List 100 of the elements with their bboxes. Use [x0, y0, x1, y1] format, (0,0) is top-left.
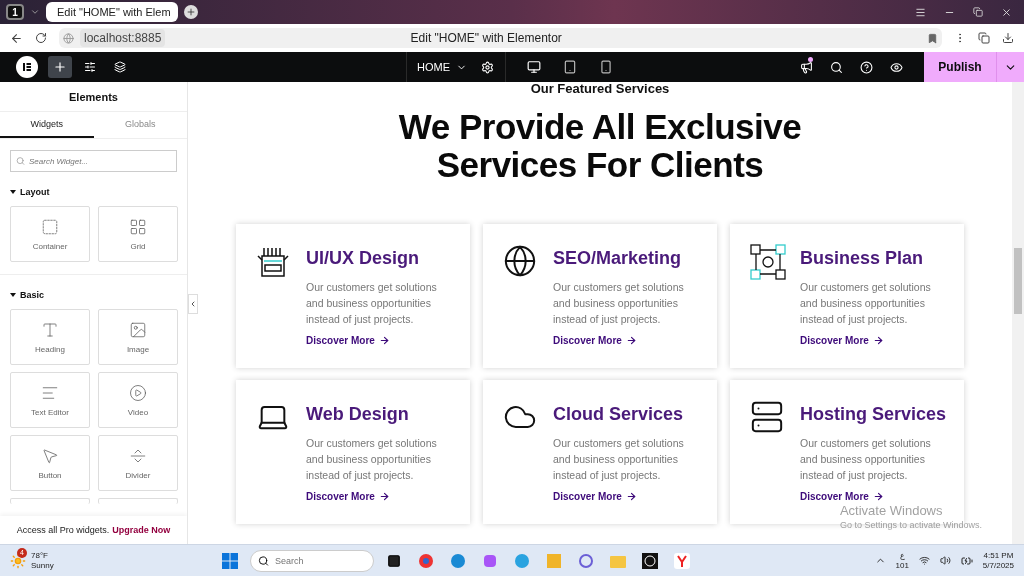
logo-icon[interactable]	[16, 56, 38, 78]
discover-more-link[interactable]: Discover More	[306, 335, 456, 346]
tabs-icon[interactable]	[978, 32, 990, 44]
settings-icon	[480, 60, 494, 74]
tab-count[interactable]: 1	[6, 4, 24, 20]
arrow-right-icon	[872, 335, 884, 346]
arrow-right-icon	[872, 491, 884, 502]
search-field[interactable]: Search Widget...	[10, 150, 177, 172]
arrow-right-icon	[378, 335, 390, 346]
address-bar[interactable]: localhost:8885 Edit "HOME" with Elementor	[59, 28, 942, 48]
menu-icon[interactable]	[915, 6, 926, 18]
widget-tile[interactable]: Video	[98, 372, 178, 428]
service-description: Our customers get solutions and business opportunities instead of just projects.	[306, 436, 438, 483]
widget-label: Button	[38, 470, 62, 480]
activation-title: Activate Windows	[839, 503, 944, 518]
browser-tab[interactable]: Edit "HOME" with Elem	[46, 2, 178, 22]
language-indicator[interactable]: ع	[899, 550, 905, 561]
clock-date[interactable]: 5/7/2025	[982, 560, 1014, 571]
back-icon[interactable]	[10, 31, 23, 45]
page-menu[interactable]: HOME	[406, 52, 475, 82]
discover-more-link[interactable]: Discover More	[306, 491, 456, 502]
chevron-down-icon[interactable]	[30, 7, 40, 17]
activation-text: Go to Settings to activate Windows.	[839, 520, 982, 530]
widget-tile[interactable]: Container	[10, 206, 90, 262]
bookmark-icon[interactable]	[927, 32, 938, 44]
section-heading: We Provide All Exclusive Services For Clients	[397, 108, 803, 184]
help-icon	[859, 60, 873, 74]
service-description: Our customers get solutions and business opportunities instead of just projects.	[553, 436, 685, 483]
heading-icon	[41, 320, 59, 339]
mobile-icon	[599, 60, 613, 74]
grid-icon	[129, 217, 147, 236]
temperature: 78°F	[31, 550, 49, 561]
battery-icon[interactable]	[960, 554, 973, 567]
image-icon	[129, 320, 147, 339]
start-icon[interactable]	[222, 552, 238, 569]
wifi-icon[interactable]	[918, 555, 930, 566]
widget-tile[interactable]: Heading	[10, 309, 90, 365]
widget-tile[interactable]	[10, 498, 90, 504]
promo-text: Access all Pro widgets.	[16, 525, 110, 535]
panel-title: Elements	[68, 89, 119, 105]
section-toggle[interactable]: Layout	[10, 187, 50, 197]
service-title: Business Plan	[800, 248, 925, 269]
widget-tile[interactable]	[98, 498, 178, 504]
clock-time[interactable]: 4:51 PM	[983, 550, 1014, 561]
weather-condition: Sunny	[31, 560, 54, 571]
widget-tile[interactable]: Button	[10, 435, 90, 491]
panel-tab[interactable]: Globals	[93, 112, 187, 138]
chevron-left-icon	[189, 300, 197, 308]
service-title: UI/UX Design	[306, 248, 421, 269]
megaphone-icon	[799, 60, 813, 74]
widget-label: Image	[126, 344, 150, 354]
service-description: Our customers get solutions and business opportunities instead of just projects.	[800, 436, 932, 483]
publish-button[interactable]: Publish	[924, 52, 996, 82]
restore-icon[interactable]	[973, 6, 983, 17]
widget-tile[interactable]: Divider	[98, 435, 178, 491]
new-tab-button[interactable]	[184, 5, 198, 19]
panel-tab[interactable]: Widgets	[0, 112, 94, 138]
upgrade-link[interactable]: Upgrade Now	[112, 525, 171, 535]
keyboard-layout[interactable]: 101	[895, 560, 909, 571]
task-view-icon[interactable]	[387, 553, 401, 568]
service-title: Hosting Services	[800, 404, 948, 425]
desktop-icon	[527, 60, 541, 74]
url-text: localhost:8885	[80, 29, 166, 47]
service-description: Our customers get solutions and business opportunities instead of just projects.	[800, 280, 932, 327]
sliders-icon	[84, 61, 96, 73]
add-button[interactable]	[48, 56, 72, 78]
widget-label: Container	[32, 241, 68, 251]
service-title: Web Design	[306, 404, 410, 425]
discover-more-link[interactable]: Discover More	[553, 335, 703, 346]
widget-tile[interactable]: Grid	[98, 206, 178, 262]
service-title: Cloud Services	[553, 404, 685, 425]
widget-tile[interactable]: Image	[98, 309, 178, 365]
search-icon	[16, 156, 25, 166]
service-title: SEO/Marketing	[553, 248, 683, 269]
discover-more-link[interactable]: Discover More	[800, 491, 950, 502]
section-toggle[interactable]: Basic	[10, 290, 45, 300]
arrow-right-icon	[625, 491, 637, 502]
container-icon	[41, 217, 59, 236]
plus-icon	[53, 60, 67, 74]
scrollbar-thumb[interactable]	[1014, 248, 1022, 314]
volume-icon[interactable]	[939, 555, 951, 566]
widget-label: Video	[127, 407, 149, 417]
search-field[interactable]: Search	[250, 549, 374, 572]
widget-label: Heading	[35, 344, 65, 354]
globe-icon	[503, 244, 537, 278]
widget-tile[interactable]: Text Editor	[10, 372, 90, 428]
tablet-icon	[563, 60, 577, 74]
layers-icon	[114, 61, 126, 73]
download-icon[interactable]	[1002, 32, 1014, 44]
close-icon[interactable]	[1001, 6, 1012, 18]
discover-more-link[interactable]: Discover More	[800, 335, 950, 346]
discover-more-link[interactable]: Discover More	[553, 491, 703, 502]
search-icon	[829, 60, 843, 74]
eye-icon	[889, 60, 903, 74]
pointer-icon	[41, 446, 59, 465]
service-description: Our customers get solutions and business opportunities instead of just projects.	[306, 280, 438, 327]
reload-icon[interactable]	[35, 32, 47, 44]
widget-label: Divider	[125, 470, 151, 480]
arrow-right-icon	[625, 335, 637, 346]
play-icon	[129, 383, 147, 402]
